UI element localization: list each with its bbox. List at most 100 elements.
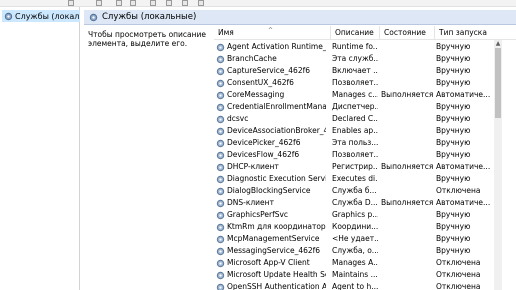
toolbar-icon[interactable] <box>150 0 156 6</box>
tree-item-services-local[interactable]: Службы (локалы <box>2 10 80 22</box>
service-name-cell: GraphicsPerfSvc <box>216 209 326 221</box>
service-name-cell: DeviceAssociationBroker_46... <box>216 125 326 137</box>
service-name: CoreMessaging <box>227 90 285 99</box>
service-state: Выполняется <box>381 162 434 171</box>
service-state <box>381 149 435 161</box>
column-header-description[interactable]: Описание <box>331 26 380 40</box>
gear-icon <box>216 127 225 135</box>
toolbar-icon[interactable] <box>182 0 188 6</box>
gear-icon <box>89 13 98 21</box>
table-row[interactable]: MessagingService_462f6 Служба, о... Вручну… <box>214 245 504 257</box>
service-startup-type: Вручную <box>436 174 471 183</box>
gear-icon <box>216 43 225 51</box>
service-description: Включает ... <box>332 66 378 75</box>
table-row[interactable]: KtmRm для координатора ... Координи... Вру… <box>214 221 504 233</box>
toolbar-icon[interactable] <box>166 0 172 6</box>
table-row[interactable]: CoreMessaging Manages c... Выполняется Авто… <box>214 89 504 101</box>
gear-icon <box>216 103 225 111</box>
toolbar-icon[interactable] <box>198 0 204 6</box>
gear-icon <box>216 115 225 123</box>
service-name: DevicesFlow_462f6 <box>227 150 300 159</box>
toolbar-icon[interactable] <box>68 0 74 6</box>
service-state <box>381 209 435 221</box>
service-startup-type: Автоматиче... <box>436 198 491 207</box>
scroll-up-icon[interactable]: ▲ <box>494 40 502 48</box>
gear-icon <box>216 235 225 243</box>
service-name: DeviceAssociationBroker_46... <box>227 126 326 135</box>
toolbar-icon[interactable] <box>116 0 122 6</box>
service-name: CaptureService_462f6 <box>227 66 311 75</box>
service-name: BranchCache <box>227 54 277 63</box>
service-name-cell: McpManagementService <box>216 233 326 245</box>
service-startup-type: Отключена <box>436 270 481 279</box>
column-header-state[interactable]: Состояние <box>380 26 435 40</box>
table-row[interactable]: Diagnostic Execution Service Executes di.… <box>214 173 504 185</box>
table-row[interactable]: Agent Activation Runtime_... Runtime fo..… <box>214 41 504 53</box>
table-row[interactable]: DialogBlockingService Служба б... Отключен… <box>214 185 504 197</box>
column-header-startup-type[interactable]: Тип запуска <box>435 26 516 40</box>
service-startup-type: Вручную <box>436 210 471 219</box>
service-name-cell: DevicePicker_462f6 <box>216 137 326 149</box>
service-description: Declared C... <box>332 114 378 123</box>
table-row[interactable]: CaptureService_462f6 Включает ... Вручную <box>214 65 504 77</box>
service-description: Enables ap... <box>332 126 378 135</box>
service-description: Эта польз... <box>332 138 378 147</box>
description-text: Чтобы просмотреть описание <box>88 30 207 39</box>
service-state: Выполняется <box>381 198 434 207</box>
service-name-cell: MessagingService_462f6 <box>216 245 326 257</box>
scroll-thumb[interactable] <box>495 48 501 118</box>
service-state <box>381 113 435 125</box>
service-description: Диспетчер... <box>332 102 378 111</box>
table-row[interactable]: ConsentUX_462f6 Позволяет... Вручную <box>214 77 504 89</box>
service-description: Manages A... <box>332 258 378 267</box>
service-description: <Не удает... <box>332 234 378 243</box>
table-row[interactable]: DeviceAssociationBroker_46... Enables ap.… <box>214 125 504 137</box>
gear-icon <box>216 187 225 195</box>
service-name-cell: CredentialEnrollmentMana... <box>216 101 326 113</box>
toolbar-icon[interactable] <box>130 0 136 6</box>
toolbar-icon[interactable] <box>96 0 102 6</box>
service-name: DHCP-клиент <box>227 162 279 171</box>
pane-header: Службы (локальные) <box>84 10 516 25</box>
service-state <box>381 101 435 113</box>
table-row[interactable]: DevicePicker_462f6 Эта польз... Вручную <box>214 137 504 149</box>
services-list: ^ Имя Описание Состояние Тип запуска Agen… <box>214 26 516 290</box>
column-header-row: ^ Имя Описание Состояние Тип запуска <box>214 26 516 40</box>
pane-title: Службы (локальные) <box>102 12 197 22</box>
service-name-cell: BranchCache <box>216 53 326 65</box>
table-row[interactable]: Microsoft App-V Client Manages A... Отключ… <box>214 257 504 269</box>
service-name-cell: DHCP-клиент <box>216 161 326 173</box>
table-row[interactable]: DHCP-клиент Регистрир... Выполняется Автома… <box>214 161 504 173</box>
gear-icon <box>216 211 225 219</box>
table-row[interactable]: OpenSSH Authentication A... Agent to h...… <box>214 281 504 290</box>
table-row[interactable]: GraphicsPerfSvc Graphics p... Вручную <box>214 209 504 221</box>
gear-icon <box>216 223 225 231</box>
gear-icon <box>216 259 225 267</box>
vertical-scrollbar[interactable]: ▲ <box>494 40 502 290</box>
service-description: Координи... <box>332 222 378 231</box>
table-row[interactable]: BranchCache Эта служб... Вручную <box>214 53 504 65</box>
table-row[interactable]: McpManagementService <Не удает... Вручную <box>214 233 504 245</box>
gear-icon <box>216 247 225 255</box>
service-description: Позволяет... <box>332 78 378 87</box>
gear-icon <box>216 151 225 159</box>
service-startup-type: Вручную <box>436 42 471 51</box>
column-header-name[interactable]: ^ Имя <box>214 26 331 40</box>
service-state <box>381 281 435 290</box>
service-startup-type: Вручную <box>436 150 471 159</box>
services-rows: Agent Activation Runtime_... Runtime fo..… <box>214 41 504 290</box>
service-startup-type: Вручную <box>436 234 471 243</box>
service-startup-type: Вручную <box>436 66 471 75</box>
table-row[interactable]: DNS-клиент Служба D... Выполняется Автомати… <box>214 197 504 209</box>
table-row[interactable]: CredentialEnrollmentMana... Диспетчер... В… <box>214 101 504 113</box>
service-state <box>381 53 435 65</box>
table-row[interactable]: DevicesFlow_462f6 Позволяет... Вручную <box>214 149 504 161</box>
gear-icon <box>4 12 13 20</box>
gear-icon <box>216 139 225 147</box>
service-name: ConsentUX_462f6 <box>227 78 294 87</box>
service-state <box>381 269 435 281</box>
sort-caret-icon: ^ <box>268 27 274 34</box>
service-description: Регистрир... <box>332 162 378 171</box>
table-row[interactable]: dcsvc Declared C... Вручную <box>214 113 504 125</box>
table-row[interactable]: Microsoft Update Health Se... Maintains .… <box>214 269 504 281</box>
